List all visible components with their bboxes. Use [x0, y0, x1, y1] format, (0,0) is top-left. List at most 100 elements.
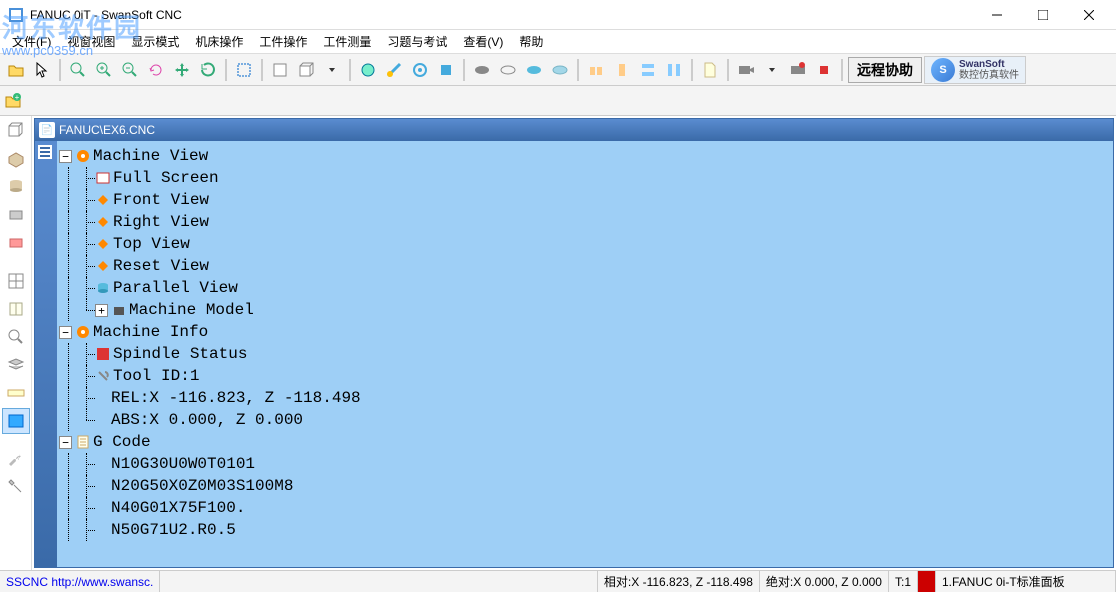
tree-node-front-view[interactable]: Front View: [59, 189, 1111, 211]
tool-3-button[interactable]: [408, 58, 432, 82]
menu-machine-op[interactable]: 机床操作: [187, 30, 251, 53]
sidebar-tool-button[interactable]: [2, 474, 30, 500]
cylinder-icon: [95, 280, 111, 296]
screen-icon: [95, 170, 111, 186]
wireframe-view-button[interactable]: [496, 58, 520, 82]
camera-button[interactable]: [734, 58, 758, 82]
tree-node-gcode-line[interactable]: N50G71U2.R0.5: [59, 519, 1111, 541]
view-icon: [95, 258, 111, 274]
sidebar-zoom-button[interactable]: [2, 324, 30, 350]
tool-1-button[interactable]: [356, 58, 380, 82]
menu-window-view[interactable]: 视窗视图: [59, 30, 123, 53]
main-area: 📄 FANUC\EX6.CNC − Machine View Full Scre…: [34, 118, 1114, 568]
sidebar-panel-button[interactable]: [2, 408, 30, 434]
expander-icon[interactable]: −: [59, 436, 72, 449]
tree-node-gcode-line[interactable]: N10G30U0W0T0101: [59, 453, 1111, 475]
view-2d-button[interactable]: [268, 58, 292, 82]
toolbar-separator: [577, 59, 579, 81]
tree-node-parallel-view[interactable]: Parallel View: [59, 277, 1111, 299]
menu-help[interactable]: 帮助: [511, 30, 551, 53]
sidebar-layer-button[interactable]: [2, 352, 30, 378]
tree-node-machine-view[interactable]: − Machine View: [59, 145, 1111, 167]
tree-label: Machine Model: [129, 301, 254, 319]
stop-record-button[interactable]: [812, 58, 836, 82]
record-button[interactable]: [786, 58, 810, 82]
expander-icon[interactable]: −: [59, 326, 72, 339]
tree-node-gcode-line[interactable]: N40G01X75F100.: [59, 497, 1111, 519]
tree-panel[interactable]: − Machine View Full Screen Front View: [57, 141, 1113, 567]
menu-view[interactable]: 查看(V): [455, 30, 511, 53]
expander-icon[interactable]: −: [59, 150, 72, 163]
toolbar-separator: [59, 59, 61, 81]
view-3d-button[interactable]: [294, 58, 318, 82]
tree-node-machine-info[interactable]: − Machine Info: [59, 321, 1111, 343]
tree-node-reset-view[interactable]: Reset View: [59, 255, 1111, 277]
sidebar-book-button[interactable]: [2, 296, 30, 322]
document-button[interactable]: [698, 58, 722, 82]
maximize-button[interactable]: [1020, 1, 1066, 29]
solid-view-button[interactable]: [470, 58, 494, 82]
tree-node-tool-id[interactable]: Tool ID:1: [59, 365, 1111, 387]
refresh-button[interactable]: [196, 58, 220, 82]
tool-4-button[interactable]: [434, 58, 458, 82]
tree-node-machine-model[interactable]: + Machine Model: [59, 299, 1111, 321]
tree-node-gcode-line[interactable]: N20G50X0Z0M03S100M8: [59, 475, 1111, 497]
sidebar-ruler-button[interactable]: [2, 380, 30, 406]
sidebar-part2-button[interactable]: [2, 230, 30, 256]
dropdown-arrow-button[interactable]: [320, 58, 344, 82]
clamp-1-button[interactable]: [584, 58, 608, 82]
tree-node-g-code[interactable]: − G Code: [59, 431, 1111, 453]
shaded-view-button[interactable]: [522, 58, 546, 82]
file-header: 📄 FANUC\EX6.CNC: [35, 119, 1113, 141]
status-rel: 相对:X -116.823, Z -118.498: [598, 571, 760, 592]
sidebar-part1-button[interactable]: [2, 202, 30, 228]
tree-node-abs[interactable]: ABS:X 0.000, Z 0.000: [59, 409, 1111, 431]
tree-node-right-view[interactable]: Right View: [59, 211, 1111, 233]
machine-icon: [111, 302, 127, 318]
window-title: FANUC 0iT - SwanSoft CNC: [30, 8, 974, 22]
zoom-in-button[interactable]: [92, 58, 116, 82]
tool-2-button[interactable]: [382, 58, 406, 82]
tree-label: Full Screen: [113, 169, 219, 187]
expander-icon[interactable]: +: [95, 304, 108, 317]
menu-workpiece-op[interactable]: 工件操作: [251, 30, 315, 53]
status-panel-select[interactable]: 1.FANUC 0i-T标准面板: [936, 571, 1116, 592]
zoom-out-button[interactable]: [118, 58, 142, 82]
pan-button[interactable]: [170, 58, 194, 82]
clamp-4-button[interactable]: [662, 58, 686, 82]
add-folder-button[interactable]: +: [4, 92, 22, 110]
menu-exercises[interactable]: 习题与考试: [379, 30, 455, 53]
menu-file[interactable]: 文件(F): [4, 30, 59, 53]
open-button[interactable]: [4, 58, 28, 82]
dropdown-2-button[interactable]: [760, 58, 784, 82]
left-sidebar: [0, 116, 32, 570]
status-link[interactable]: SSCNC http://www.swansc.: [0, 571, 160, 592]
menu-display-mode[interactable]: 显示模式: [123, 30, 187, 53]
sidebar-cylinder-button[interactable]: [2, 174, 30, 200]
clamp-3-button[interactable]: [636, 58, 660, 82]
tree-label: Front View: [113, 191, 209, 209]
close-button[interactable]: [1066, 1, 1112, 29]
pointer-button[interactable]: [30, 58, 54, 82]
transparent-view-button[interactable]: [548, 58, 572, 82]
clamp-2-button[interactable]: [610, 58, 634, 82]
logo-box: S SwanSoft 数控仿真软件: [924, 56, 1026, 84]
sidebar-cube-button[interactable]: [2, 118, 30, 144]
sidebar-wrench-button[interactable]: [2, 446, 30, 472]
tree-label: Spindle Status: [113, 345, 247, 363]
select-region-button[interactable]: [232, 58, 256, 82]
tree-node-spindle-status[interactable]: Spindle Status: [59, 343, 1111, 365]
tree-node-full-screen[interactable]: Full Screen: [59, 167, 1111, 189]
zoom-button[interactable]: [66, 58, 90, 82]
sidebar-box-button[interactable]: [2, 146, 30, 172]
sidebar-grid-button[interactable]: [2, 268, 30, 294]
tree-vertical-tab[interactable]: [35, 141, 57, 567]
toolbar-separator: [463, 59, 465, 81]
rotate-button[interactable]: [144, 58, 168, 82]
menu-workpiece-measure[interactable]: 工件测量: [315, 30, 379, 53]
minimize-button[interactable]: [974, 1, 1020, 29]
remote-assist-button[interactable]: 远程协助: [848, 57, 922, 83]
tree-node-rel[interactable]: REL:X -116.823, Z -118.498: [59, 387, 1111, 409]
secondary-toolbar: +: [0, 86, 1116, 116]
tree-node-top-view[interactable]: Top View: [59, 233, 1111, 255]
